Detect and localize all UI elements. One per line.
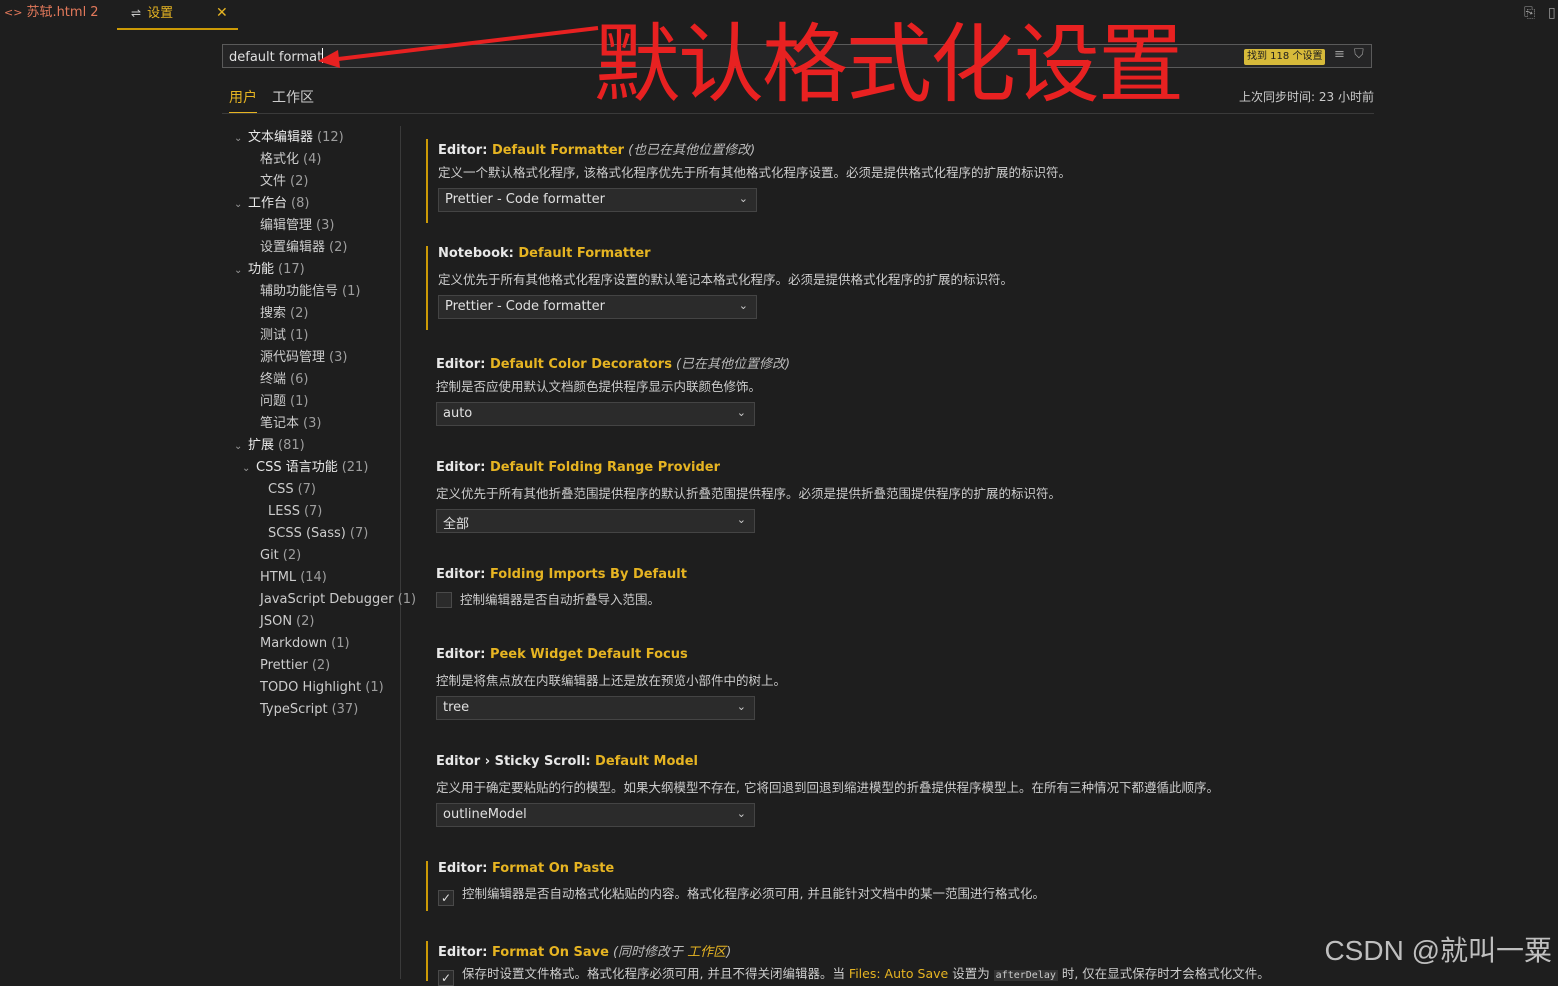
watermark: CSDN @就叫一粟 <box>1324 935 1552 966</box>
annotation-text: 默认格式化设置 <box>594 15 1184 115</box>
annotation-arrow <box>318 26 599 68</box>
